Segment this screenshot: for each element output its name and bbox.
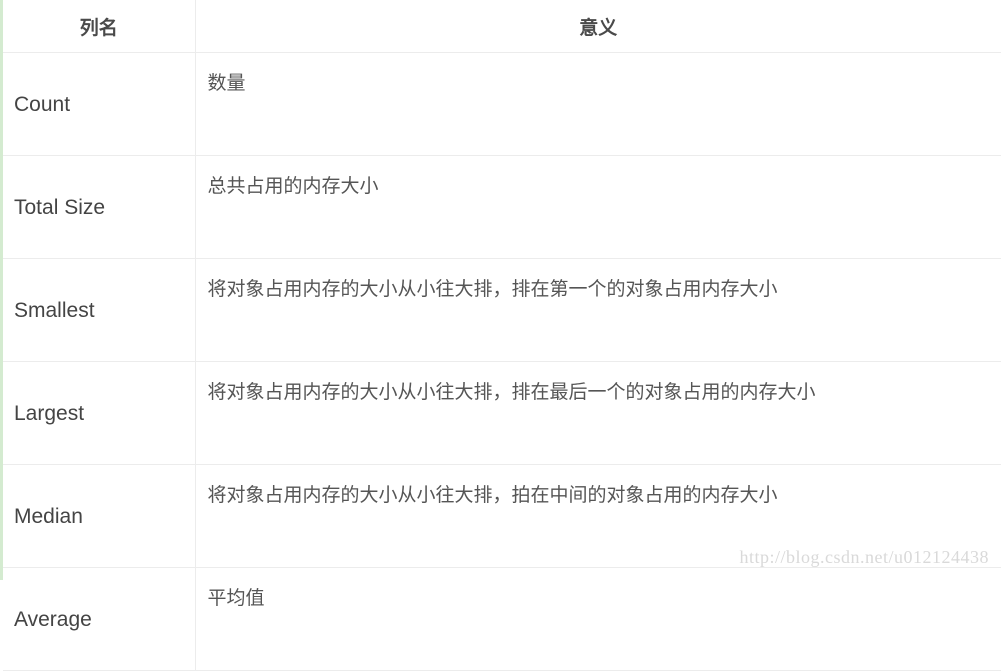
table-header-row: 列名 意义 — [3, 0, 1001, 53]
table-row: Smallest 将对象占用内存的大小从小往大排，排在第一个的对象占用内存大小 — [3, 258, 1001, 362]
column-meaning-table: 列名 意义 Count 数量 Total Size 总共占用的内存大小 Smal… — [3, 0, 1001, 671]
row-name: Median — [3, 464, 196, 568]
row-name: Average — [3, 567, 196, 671]
row-name: Count — [3, 52, 196, 156]
row-name: Smallest — [3, 258, 196, 362]
table-row: Average 平均值 — [3, 567, 1001, 671]
row-meaning: 总共占用的内存大小 — [194, 155, 1001, 259]
row-name: Total Size — [3, 155, 196, 259]
header-meaning: 意义 — [194, 0, 1001, 53]
watermark: http://blog.csdn.net/u012124438 — [739, 547, 989, 567]
row-meaning: 将对象占用内存的大小从小往大排，排在最后一个的对象占用的内存大小 — [194, 361, 1001, 465]
row-meaning: 将对象占用内存的大小从小往大排，排在第一个的对象占用内存大小 — [194, 258, 1001, 362]
table-row: Largest 将对象占用内存的大小从小往大排，排在最后一个的对象占用的内存大小 — [3, 361, 1001, 465]
row-name: Largest — [3, 361, 196, 465]
row-meaning: 平均值 — [194, 567, 1001, 671]
row-meaning: 数量 — [194, 52, 1001, 156]
header-column-name: 列名 — [3, 0, 196, 53]
table-row: Total Size 总共占用的内存大小 — [3, 155, 1001, 259]
table-row: Count 数量 — [3, 52, 1001, 156]
